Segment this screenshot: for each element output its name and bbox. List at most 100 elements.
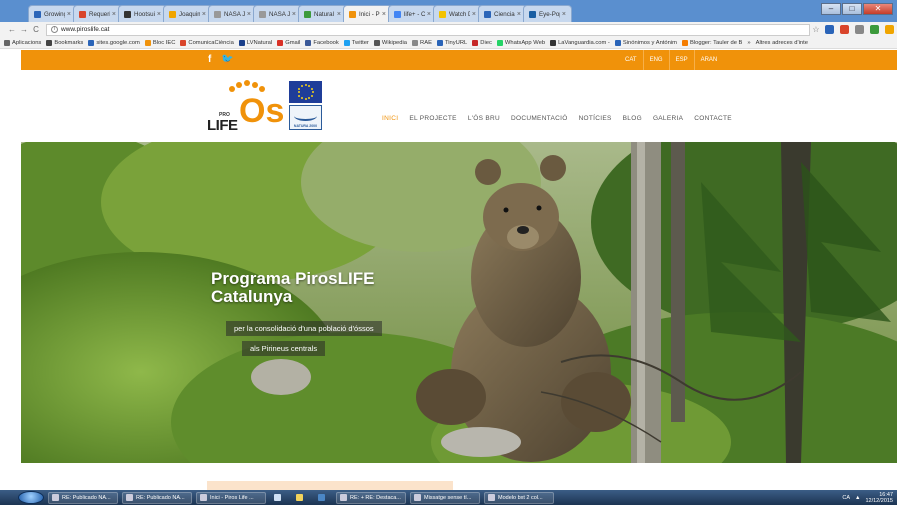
bookmark-item[interactable]: Blogger: Tauler de B <box>681 39 743 46</box>
tab-close-icon[interactable]: × <box>292 11 296 18</box>
menu-item[interactable]: BLOG <box>623 115 642 122</box>
bookmark-item[interactable]: Facebook <box>305 39 339 46</box>
tab-favicon-icon <box>349 10 356 18</box>
twitter-icon[interactable]: 🐦 <box>221 54 233 65</box>
browser-tab[interactable]: Ciencia i Tecn× <box>478 5 527 22</box>
bookmark-item[interactable]: ComunicaCiència <box>180 39 234 46</box>
start-button[interactable] <box>18 491 44 504</box>
reload-icon[interactable]: C <box>30 25 42 34</box>
tab-close-icon[interactable]: × <box>382 11 386 18</box>
bookmark-item[interactable]: TinyURL <box>436 39 467 46</box>
bookmark-icon <box>46 39 53 46</box>
taskbar-window-button[interactable]: RE: + RE: Destaca... <box>336 491 406 504</box>
browser-tab[interactable]: NASA Just Cre× <box>253 5 302 22</box>
bookmark-item[interactable]: LaVanguardia.com - <box>550 39 610 46</box>
taskbar-window-button[interactable]: RE: Publicado NA... <box>122 491 192 504</box>
menu-item[interactable]: INICI <box>382 115 398 122</box>
other-bookmarks-folder[interactable]: Altres adreces d'inte <box>756 40 808 46</box>
maximize-button[interactable]: □ <box>842 3 862 15</box>
tab-close-icon[interactable]: × <box>67 11 71 18</box>
browser-tab[interactable]: life+ - Cerca a× <box>388 5 437 22</box>
bookmark-item[interactable]: RAE <box>412 39 432 46</box>
bookmark-label: Blogger: Tauler de B <box>689 39 743 46</box>
extension-icon[interactable] <box>885 25 894 34</box>
language-link[interactable]: CAT <box>619 50 643 70</box>
language-link[interactable]: ENG <box>642 50 669 70</box>
back-icon[interactable]: ← <box>6 25 18 34</box>
pinned-app-icon[interactable] <box>314 492 332 504</box>
bookmark-item[interactable]: LVNatural <box>238 39 272 46</box>
menu-item[interactable]: NOTÍCIES <box>579 115 612 122</box>
tab-close-icon[interactable]: × <box>337 11 341 18</box>
browser-tab[interactable]: Watch David× <box>433 5 482 22</box>
tab-close-icon[interactable]: × <box>427 11 431 18</box>
facebook-icon[interactable]: f <box>208 54 211 65</box>
url-input[interactable]: i www.piroslife.cat <box>46 23 810 36</box>
browser-tab[interactable]: NASA Just Cre× <box>208 5 257 22</box>
minimize-button[interactable]: – <box>821 3 841 15</box>
bookmark-item[interactable]: Bookmarks <box>46 39 83 46</box>
bookmark-star-icon[interactable]: ☆ <box>810 25 822 34</box>
tab-close-icon[interactable]: × <box>247 11 251 18</box>
tray-network-icon[interactable]: ▲ <box>855 495 860 501</box>
bookmarks-more-button[interactable]: » <box>747 40 750 46</box>
bookmark-item[interactable]: Sinónimos y Antónim <box>614 39 677 46</box>
browser-tab[interactable]: Natural | Tres× <box>298 5 347 22</box>
taskbar-window-button[interactable]: Missatge sense tí... <box>410 491 480 504</box>
browser-tab[interactable]: Inici - Piros Lif× <box>343 5 392 22</box>
piroslife-logo[interactable]: PRO LIFE Os <box>207 80 284 134</box>
bookmark-icon <box>614 39 621 46</box>
bookmark-icon <box>681 39 688 46</box>
menu-item[interactable]: CONTACTE <box>694 115 732 122</box>
bookmark-item[interactable]: sites.google.com <box>88 39 140 46</box>
bookmark-label: Facebook <box>313 39 339 46</box>
tab-close-icon[interactable]: × <box>112 11 116 18</box>
language-link[interactable]: ARAN <box>693 50 724 70</box>
browser-tab[interactable]: Joaquim Elcac× <box>163 5 212 22</box>
language-link[interactable]: ESP <box>668 50 694 70</box>
menu-item[interactable]: L'ÓS BRU <box>468 115 500 122</box>
browser-tab[interactable]: Requeriment× <box>73 5 122 22</box>
tray-language[interactable]: CA <box>842 495 850 501</box>
pinned-app-icon[interactable] <box>292 492 310 504</box>
tab-close-icon[interactable]: × <box>472 11 476 18</box>
tab-close-icon[interactable]: × <box>157 11 161 18</box>
tab-close-icon[interactable]: × <box>562 11 566 18</box>
tab-close-icon[interactable]: × <box>202 11 206 18</box>
window-icon <box>488 494 495 501</box>
taskbar-window-button[interactable]: Modelo bxt 2 col... <box>484 491 554 504</box>
menu-item[interactable]: DOCUMENTACIÓ <box>511 115 568 122</box>
bookmark-icon <box>436 39 443 46</box>
pinned-app-icon[interactable] <box>270 492 288 504</box>
bookmark-item[interactable]: Wikipedia <box>373 39 407 46</box>
extension-icon[interactable] <box>825 25 834 34</box>
extension-icon[interactable] <box>855 25 864 34</box>
bookmark-label: Bloc IEC <box>152 39 176 46</box>
bookmark-item[interactable]: Aplicacions <box>4 39 42 46</box>
eu-star-icon <box>311 91 314 93</box>
bookmark-label: sites.google.com <box>96 39 140 46</box>
forward-icon[interactable]: → <box>18 25 30 34</box>
browser-tab[interactable]: Growing Param× <box>28 5 77 22</box>
bookmark-label: Diec <box>480 39 492 46</box>
bookmark-item[interactable]: WhatsApp Web <box>496 39 545 46</box>
bookmark-label: Sinónimos y Antónim <box>622 39 677 46</box>
bookmark-item[interactable]: Diec <box>472 39 492 46</box>
taskbar-window-button[interactable]: Inici - Piros Life ... <box>196 491 266 504</box>
bookmark-label: Aplicacions <box>12 39 42 46</box>
taskbar-window-button[interactable]: RE: Publicado NA... <box>48 491 118 504</box>
bookmark-item[interactable]: Bloc IEC <box>144 39 176 46</box>
extension-icon[interactable] <box>840 25 849 34</box>
close-window-button[interactable]: ✕ <box>863 3 893 15</box>
menu-item[interactable]: GALERIA <box>653 115 683 122</box>
tab-close-icon[interactable]: × <box>517 11 521 18</box>
bookmark-item[interactable]: Gmail <box>277 39 300 46</box>
site-info-icon[interactable]: i <box>51 26 58 33</box>
browser-tab[interactable]: Hootsuite× <box>118 5 167 22</box>
clock[interactable]: 16:47 12/12/2015 <box>865 492 893 504</box>
browser-tab[interactable]: Eye-Popping× <box>523 5 572 22</box>
extension-icon[interactable] <box>870 25 879 34</box>
bookmark-item[interactable]: Twitter <box>343 39 369 46</box>
window-icon <box>200 494 207 501</box>
menu-item[interactable]: EL PROJECTE <box>409 115 457 122</box>
